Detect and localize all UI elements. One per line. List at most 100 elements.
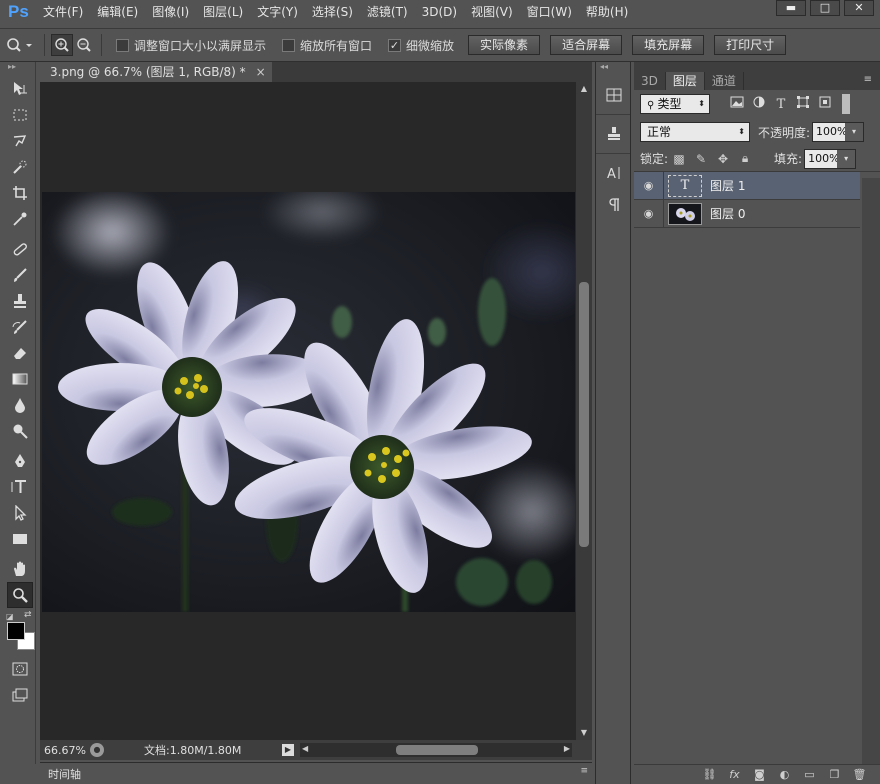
menu-help[interactable]: 帮助(H): [579, 0, 635, 24]
brush-tool-icon[interactable]: [7, 262, 33, 288]
scrubby-zoom-checkbox[interactable]: ✓ 细微缩放: [388, 37, 454, 54]
layer-row[interactable]: ◉ 图层 0: [634, 199, 860, 228]
lock-transparency-icon[interactable]: ▩: [668, 152, 690, 166]
path-selection-icon[interactable]: [7, 500, 33, 526]
paragraph-panel-icon[interactable]: [601, 192, 627, 218]
hand-tool-icon[interactable]: [7, 556, 33, 582]
menu-view[interactable]: 视图(V): [464, 0, 520, 24]
zoom-level[interactable]: 66.67%: [40, 744, 90, 757]
menu-filter[interactable]: 滤镜(T): [360, 0, 415, 24]
menu-image[interactable]: 图像(I): [145, 0, 196, 24]
menu-select[interactable]: 选择(S): [305, 0, 360, 24]
filter-kind-select[interactable]: ⚲ 类型 ⬍: [640, 94, 710, 114]
fill-input[interactable]: 100% ▾: [804, 148, 857, 169]
blend-mode-select[interactable]: 正常 ⬍: [640, 122, 750, 142]
timeline-panel-bar[interactable]: 时间轴 ≡: [40, 762, 592, 782]
blur-tool-icon[interactable]: [7, 392, 33, 418]
document-tab[interactable]: 3.png @ 66.7% (图层 1, RGB/8) * ×: [40, 62, 272, 82]
opacity-slider-arrow-icon[interactable]: ▾: [845, 123, 864, 141]
menu-3d[interactable]: 3D(D): [415, 0, 464, 24]
scroll-right-icon[interactable]: ▶: [564, 744, 570, 753]
horizontal-scrollbar[interactable]: ◀ ▶: [300, 743, 572, 757]
vertical-scrollbar[interactable]: ▲ ▼: [576, 82, 592, 740]
pixel-filter-icon[interactable]: [726, 96, 748, 112]
scroll-up-icon[interactable]: ▲: [576, 82, 592, 96]
rectangle-tool-icon[interactable]: [7, 526, 33, 552]
zoom-all-windows-checkbox[interactable]: 缩放所有窗口: [282, 37, 372, 54]
status-menu-arrow-icon[interactable]: ▶: [282, 744, 294, 756]
document-image[interactable]: [42, 192, 575, 612]
default-colors-icon[interactable]: ◪: [6, 612, 14, 621]
print-size-button[interactable]: 打印尺寸: [714, 35, 787, 55]
screen-mode-icon[interactable]: [7, 682, 33, 708]
fill-slider-arrow-icon[interactable]: ▾: [837, 149, 856, 168]
close-button[interactable]: ✕: [844, 0, 874, 16]
clone-source-panel-icon[interactable]: [601, 121, 627, 147]
checkbox-box[interactable]: [116, 38, 129, 52]
histogram-panel-icon[interactable]: [601, 82, 627, 108]
lock-position-icon[interactable]: ✥: [712, 152, 734, 166]
panel-menu-icon[interactable]: ≡: [580, 766, 588, 776]
move-tool-icon[interactable]: [7, 76, 33, 102]
visibility-eye-icon[interactable]: ◉: [634, 171, 664, 200]
add-mask-icon[interactable]: ◙: [747, 768, 772, 781]
crop-tool-icon[interactable]: [7, 180, 33, 206]
adjustment-layer-icon[interactable]: ◐: [772, 768, 797, 781]
checkbox-box[interactable]: [282, 38, 296, 52]
menu-layer[interactable]: 图层(L): [196, 0, 250, 24]
minimize-button[interactable]: ▬: [776, 0, 806, 16]
vertical-scroll-thumb[interactable]: [579, 282, 589, 547]
layer-row[interactable]: ◉ T 图层 1: [634, 171, 860, 200]
close-document-icon[interactable]: ×: [256, 62, 266, 82]
lasso-tool-icon[interactable]: [7, 128, 33, 154]
swap-colors-icon[interactable]: ⇄: [24, 610, 32, 620]
scroll-left-icon[interactable]: ◀: [302, 744, 308, 753]
new-layer-icon[interactable]: ❐: [822, 768, 847, 781]
quick-mask-icon[interactable]: [7, 656, 33, 682]
lock-all-icon[interactable]: 🔒︎: [734, 151, 756, 166]
shape-filter-icon[interactable]: [792, 96, 814, 112]
marquee-tool-icon[interactable]: [7, 102, 33, 128]
panel-collapse-icon[interactable]: ▸▸: [4, 62, 35, 76]
fill-screen-button[interactable]: 填充屏幕: [632, 35, 705, 55]
lock-image-pixels-icon[interactable]: ✎: [690, 152, 712, 166]
zoom-tool-icon[interactable]: [7, 582, 33, 608]
new-group-icon[interactable]: ▭: [797, 768, 822, 781]
panel-menu-icon[interactable]: ≡: [864, 74, 872, 85]
zoom-in-icon[interactable]: [51, 34, 73, 56]
scroll-down-icon[interactable]: ▼: [576, 726, 592, 740]
adjustment-filter-icon[interactable]: [748, 96, 770, 112]
menu-edit[interactable]: 编辑(E): [90, 0, 145, 24]
opacity-input[interactable]: 100% ▾: [812, 122, 865, 142]
eyedropper-icon[interactable]: [7, 206, 33, 232]
menu-type[interactable]: 文字(Y): [250, 0, 305, 24]
link-layers-icon[interactable]: ⛓: [697, 768, 722, 781]
layer-name[interactable]: 图层 0: [710, 205, 745, 222]
filter-toggle[interactable]: [842, 94, 850, 114]
type-tool-icon[interactable]: [7, 474, 33, 500]
status-info-icon[interactable]: ●: [90, 743, 104, 757]
clone-stamp-icon[interactable]: [7, 288, 33, 314]
tab-layers[interactable]: 图层: [665, 72, 705, 90]
history-brush-icon[interactable]: [7, 314, 33, 340]
layer-name[interactable]: 图层 1: [710, 177, 745, 194]
eraser-icon[interactable]: [7, 340, 33, 366]
menu-window[interactable]: 窗口(W): [520, 0, 579, 24]
layer-style-icon[interactable]: fx: [722, 768, 747, 781]
type-filter-icon[interactable]: T: [770, 97, 792, 112]
dock-collapse-icon[interactable]: ◂◂: [596, 62, 630, 76]
actual-pixels-button[interactable]: 实际像素: [468, 35, 541, 55]
maximize-button[interactable]: □: [810, 0, 840, 16]
visibility-eye-icon[interactable]: ◉: [634, 199, 664, 228]
tab-channels[interactable]: 通道: [705, 72, 744, 90]
foreground-color-swatch[interactable]: [7, 622, 25, 640]
character-panel-icon[interactable]: A: [601, 160, 627, 186]
healing-brush-icon[interactable]: [7, 236, 33, 262]
tab-3d[interactable]: 3D: [634, 72, 666, 90]
dodge-tool-icon[interactable]: [7, 418, 33, 444]
pen-tool-icon[interactable]: [7, 448, 33, 474]
fit-screen-button[interactable]: 适合屏幕: [550, 35, 623, 55]
tool-preset-picker[interactable]: [0, 34, 38, 56]
gradient-tool-icon[interactable]: [7, 366, 33, 392]
resize-windows-checkbox[interactable]: 调整窗口大小以满屏显示: [116, 37, 266, 54]
